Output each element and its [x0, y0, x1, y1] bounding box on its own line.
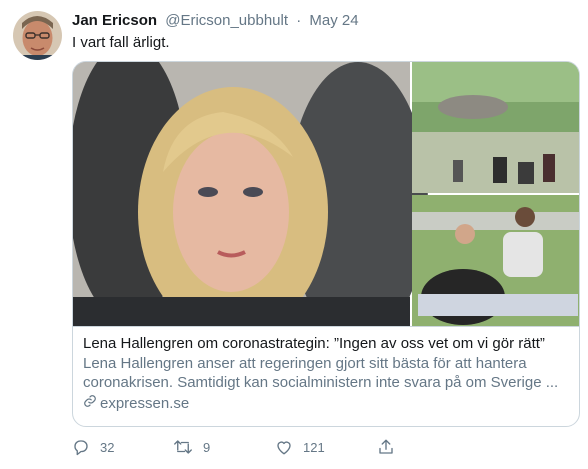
link-card[interactable]: Lena Hallengren om coronastrategin: ”Ing…: [72, 61, 580, 427]
card-domain[interactable]: expressen.se: [83, 394, 569, 413]
tweet-actions: 32 9 121: [72, 438, 502, 460]
tweet-text: I vart fall ärligt.: [72, 34, 170, 51]
card-title[interactable]: Lena Hallengren om coronastrategin: ”Ing…: [83, 334, 569, 353]
tweet-date[interactable]: May 24: [309, 12, 358, 29]
card-description: Lena Hallengren anser att regeringen gjo…: [83, 355, 559, 391]
separator-dot: ·: [296, 12, 302, 29]
retweet-icon: [173, 438, 193, 456]
like-button[interactable]: 121: [275, 438, 325, 456]
avatar[interactable]: [13, 11, 62, 60]
retweet-count: 9: [203, 439, 211, 455]
card-image[interactable]: [73, 62, 579, 326]
reply-button[interactable]: 32: [72, 438, 114, 456]
tweet[interactable]: Jan Ericson @Ericson_ubbhult · May 24 I …: [0, 0, 588, 469]
like-icon: [275, 438, 293, 456]
reply-count: 32: [100, 439, 115, 455]
share-icon: [377, 438, 395, 456]
share-button[interactable]: [377, 438, 395, 456]
reply-icon: [72, 438, 90, 456]
retweet-button[interactable]: 9: [173, 438, 210, 456]
tweet-header: Jan Ericson @Ericson_ubbhult · May 24: [72, 11, 359, 31]
link-icon: [83, 394, 100, 413]
like-count: 121: [303, 439, 325, 455]
author-name[interactable]: Jan Ericson: [72, 12, 157, 29]
author-handle[interactable]: @Ericson_ubbhult: [165, 12, 288, 29]
card-domain-text: expressen.se: [100, 395, 190, 412]
card-body[interactable]: Lena Hallengren om coronastrategin: ”Ing…: [73, 326, 579, 426]
